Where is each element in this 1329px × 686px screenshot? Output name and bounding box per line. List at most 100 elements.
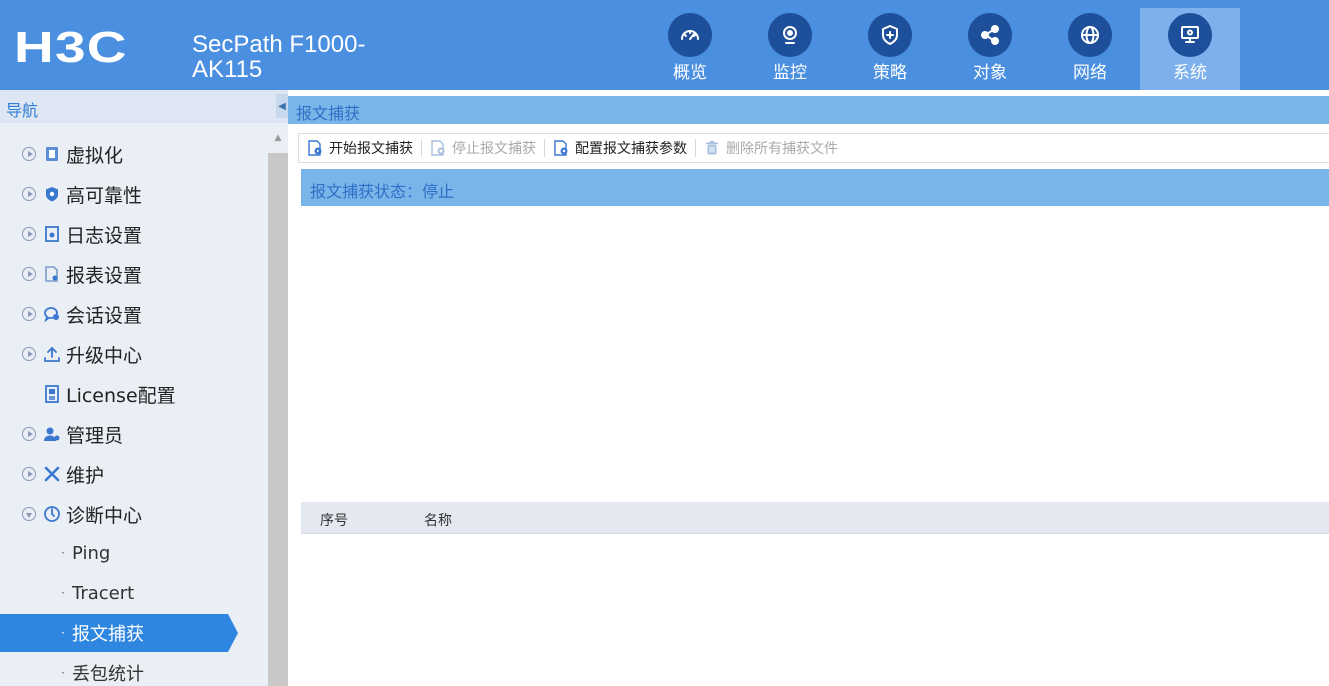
nav-system-label: 系统 xyxy=(1173,63,1207,83)
expand-icon[interactable] xyxy=(22,467,36,481)
nav-objects-label: 对象 xyxy=(973,63,1007,83)
bullet-icon: · xyxy=(61,586,65,600)
sidebar-subitem-label: 报文捕获 xyxy=(72,624,144,645)
bullet-icon: · xyxy=(61,666,65,680)
webcam-icon xyxy=(768,13,812,57)
collapse-icon[interactable] xyxy=(22,507,36,521)
nav-policy[interactable]: 策略 xyxy=(840,8,940,90)
top-nav: 概览 监控 策略 对象 网络 系统 xyxy=(640,8,1240,90)
sidebar-item-virtualization[interactable]: 虚拟化 xyxy=(0,135,268,173)
stop-capture-icon xyxy=(431,140,445,156)
sidebar-item-log-settings[interactable]: 日志设置 xyxy=(0,215,268,253)
sidebar-item-label: 诊断中心 xyxy=(66,504,143,527)
delete-all-button[interactable]: 删除所有捕获文件 xyxy=(696,133,846,163)
product-name-line2: AK115 xyxy=(192,56,263,83)
sidebar-item-license[interactable]: License配置 xyxy=(0,375,268,413)
capture-status-text: 报文捕获状态：停止 xyxy=(310,182,455,201)
start-capture-label: 开始报文捕获 xyxy=(329,141,413,157)
nav-overview[interactable]: 概览 xyxy=(640,8,740,90)
stop-capture-label: 停止报文捕获 xyxy=(452,141,536,157)
sidebar-item-report-settings[interactable]: 报表设置 xyxy=(0,255,268,293)
sidebar-subitem-tracert[interactable]: · Tracert xyxy=(0,574,268,612)
sidebar-title: 导航 xyxy=(6,101,39,120)
diagnosis-icon xyxy=(43,505,61,523)
expand-icon[interactable] xyxy=(22,307,36,321)
sidebar-item-label: 高可靠性 xyxy=(66,184,143,207)
sidebar-item-high-availability[interactable]: 高可靠性 xyxy=(0,175,268,213)
sidebar-item-label: License配置 xyxy=(66,384,176,407)
tools-icon xyxy=(43,465,61,483)
virtualization-icon xyxy=(43,145,61,163)
nav-overview-label: 概览 xyxy=(673,63,707,83)
sidebar-header: 导航 ◀ xyxy=(0,90,288,123)
sidebar-item-label: 报表设置 xyxy=(66,264,143,287)
log-settings-icon xyxy=(43,225,61,243)
expand-icon[interactable] xyxy=(22,227,36,241)
expand-icon[interactable] xyxy=(22,427,36,441)
shield-icon xyxy=(43,185,61,203)
sidebar-item-label: 会话设置 xyxy=(66,304,143,327)
sidebar-subitem-label: Tracert xyxy=(72,582,135,604)
sidebar-item-label: 虚拟化 xyxy=(66,144,124,167)
sidebar-item-maintenance[interactable]: 维护 xyxy=(0,455,268,493)
sidebar-scrollbar[interactable]: ▲ xyxy=(268,123,288,686)
sidebar-collapse-button[interactable]: ◀ xyxy=(276,94,288,118)
start-capture-icon xyxy=(308,140,322,156)
sidebar-item-upgrade-center[interactable]: 升级中心 xyxy=(0,335,268,373)
bullet-icon: · xyxy=(61,546,65,560)
session-settings-icon xyxy=(43,305,61,323)
product-name-line1: SecPath F1000- xyxy=(192,31,366,58)
upload-icon xyxy=(43,345,61,363)
sidebar-subitem-ping[interactable]: · Ping xyxy=(0,534,268,572)
page-title: 报文捕获 xyxy=(296,104,361,123)
globe-icon xyxy=(1068,13,1112,57)
license-icon xyxy=(43,385,61,403)
sidebar-item-session-settings[interactable]: 会话设置 xyxy=(0,295,268,333)
sidebar: ▲ 虚拟化 高可靠性 日志设置 报表设置 会话设置 升级中心 License配置… xyxy=(0,123,288,686)
sidebar-subitem-packet-capture[interactable]: · 报文捕获 xyxy=(0,614,238,652)
nav-network-label: 网络 xyxy=(1073,63,1107,83)
dashboard-icon xyxy=(668,13,712,57)
capture-status-bar: 报文捕获状态：停止 xyxy=(301,169,1329,206)
nav-policy-label: 策略 xyxy=(873,63,907,83)
expand-icon[interactable] xyxy=(22,147,36,161)
nav-network[interactable]: 网络 xyxy=(1040,8,1140,90)
expand-icon[interactable] xyxy=(22,187,36,201)
sidebar-item-admin[interactable]: 管理员 xyxy=(0,415,268,453)
delete-all-label: 删除所有捕获文件 xyxy=(726,141,838,157)
toolbar: 开始报文捕获 停止报文捕获 配置报文捕获参数 删除所有捕获文件 xyxy=(298,133,1329,163)
admin-users-icon xyxy=(43,425,61,443)
sidebar-item-label: 升级中心 xyxy=(66,344,143,367)
page-title-bar: 报文捕获 xyxy=(288,96,1329,124)
expand-icon[interactable] xyxy=(22,267,36,281)
config-capture-icon xyxy=(554,140,568,156)
start-capture-button[interactable]: 开始报文捕获 xyxy=(299,133,421,163)
nav-monitor-label: 监控 xyxy=(773,63,807,83)
h3c-logo: H3C xyxy=(14,23,128,72)
table-header: 序号 名称 xyxy=(301,502,1329,534)
sidebar-item-diagnosis-center[interactable]: 诊断中心 xyxy=(0,495,268,533)
sidebar-subitem-packet-loss-stats[interactable]: · 丢包统计 xyxy=(0,654,268,686)
sidebar-item-label: 管理员 xyxy=(66,424,124,447)
scroll-up-arrow-icon[interactable]: ▲ xyxy=(268,123,288,153)
product-name: SecPath F1000- AK115 xyxy=(192,32,365,82)
column-header-name[interactable]: 名称 xyxy=(424,510,452,530)
top-header: H3C SecPath F1000- AK115 概览 监控 策略 对象 网络 … xyxy=(0,0,1329,90)
monitor-gear-icon xyxy=(1168,13,1212,57)
config-capture-label: 配置报文捕获参数 xyxy=(575,141,687,157)
config-capture-button[interactable]: 配置报文捕获参数 xyxy=(545,133,695,163)
sidebar-item-label: 维护 xyxy=(66,464,105,487)
nav-system[interactable]: 系统 xyxy=(1140,8,1240,90)
bullet-icon: · xyxy=(61,626,65,640)
column-header-index[interactable]: 序号 xyxy=(320,510,348,530)
share-nodes-icon xyxy=(968,13,1012,57)
sidebar-item-label: 日志设置 xyxy=(66,224,143,247)
trash-icon xyxy=(706,141,718,155)
nav-objects[interactable]: 对象 xyxy=(940,8,1040,90)
nav-monitor[interactable]: 监控 xyxy=(740,8,840,90)
sidebar-subitem-label: 丢包统计 xyxy=(72,664,144,685)
shield-plus-icon xyxy=(868,13,912,57)
expand-icon[interactable] xyxy=(22,347,36,361)
report-settings-icon xyxy=(43,265,61,283)
stop-capture-button[interactable]: 停止报文捕获 xyxy=(422,133,544,163)
